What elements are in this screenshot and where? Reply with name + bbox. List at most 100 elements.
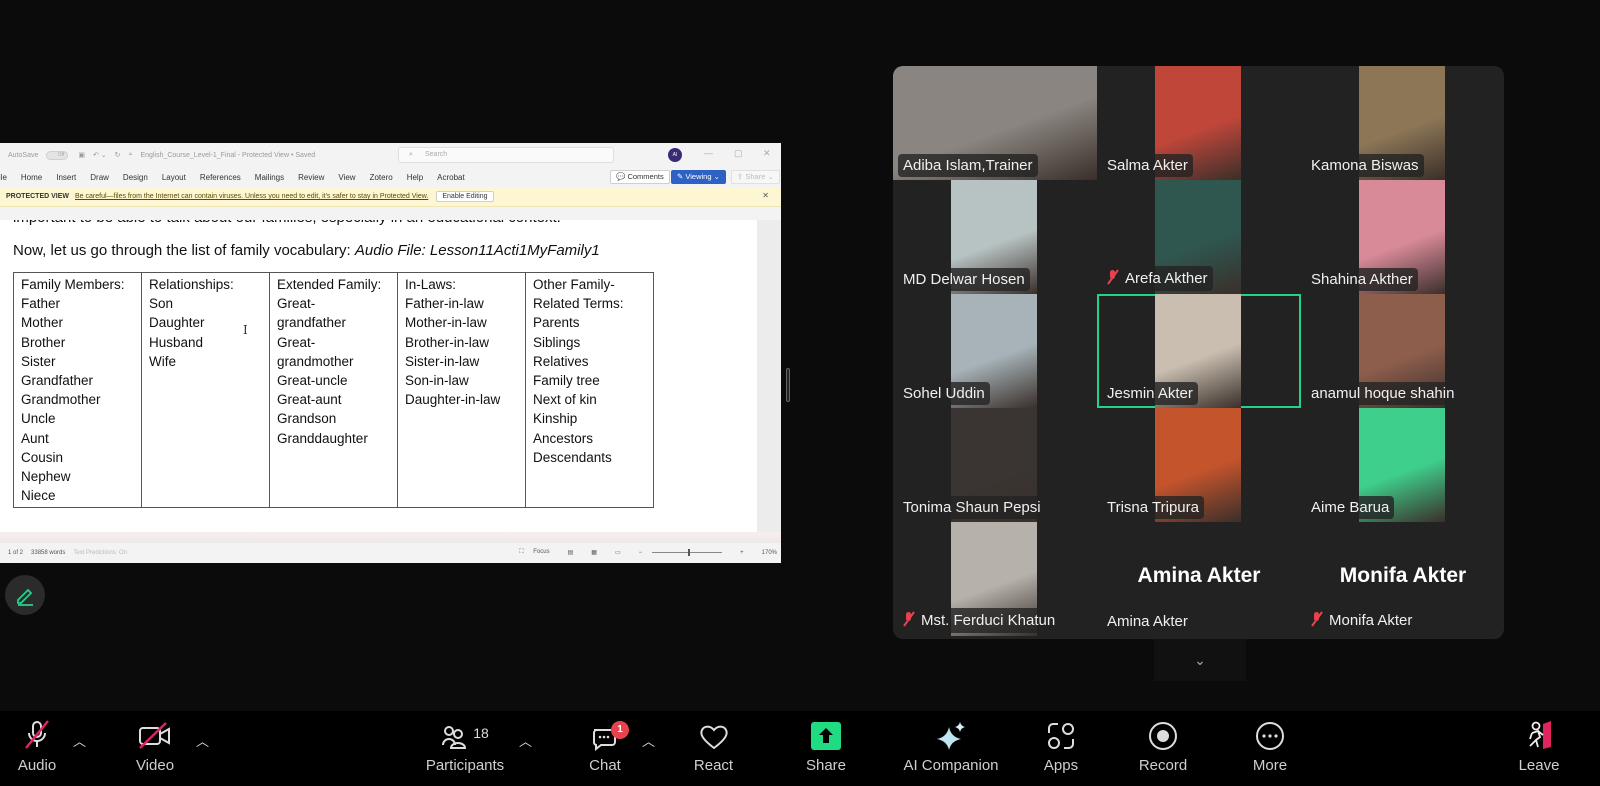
share-button[interactable]: Share (805, 711, 847, 786)
document-page[interactable]: important to be able to talk about our f… (0, 220, 757, 532)
participant-tile[interactable]: Adiba Islam,Trainer (893, 66, 1097, 180)
vocab-word: Aunt (21, 430, 49, 446)
participant-tile[interactable]: Kamona Biswas (1301, 66, 1504, 180)
vocab-word: Great-aunt (277, 392, 342, 408)
ribbon-tab-acrobat[interactable]: Acrobat (437, 173, 465, 182)
participant-tile[interactable]: Monifa Akter Monifa Akter (1301, 522, 1504, 636)
ai-companion-button[interactable]: AI Companion (896, 711, 1006, 786)
audio-button[interactable]: Audio (12, 711, 62, 786)
participant-tile[interactable]: Tonima Shaun Pepsi (893, 408, 1097, 522)
participant-tile[interactable]: Amina Akter Amina Akter (1097, 522, 1301, 636)
ribbon-tab-review[interactable]: Review (298, 173, 324, 182)
react-button[interactable]: React (691, 711, 736, 786)
read-mode-icon[interactable]: ▤ (568, 549, 574, 556)
vocab-word: grandmother (277, 353, 354, 369)
zoom-in-icon[interactable]: + (740, 550, 744, 556)
undo-icon[interactable]: ↶ ⌄ (93, 151, 107, 159)
ribbon-tab-zotero[interactable]: Zotero (370, 173, 393, 182)
print-layout-icon[interactable]: ▦ (591, 549, 597, 556)
record-button[interactable]: Record (1138, 711, 1188, 786)
restore-icon[interactable]: ▢ (734, 148, 743, 159)
close-icon[interactable]: ✕ (762, 191, 769, 200)
more-button[interactable]: More (1248, 711, 1292, 786)
viewing-mode-button[interactable]: ✎ Viewing ⌄ (671, 170, 726, 184)
vocab-word: Wife (149, 353, 176, 369)
ai-sparkle-icon (937, 722, 965, 750)
zoom-slider[interactable] (652, 549, 723, 556)
word-search-box[interactable]: ⌕ Search (398, 147, 614, 163)
vocab-word: Siblings (533, 334, 581, 350)
ribbon-tab-help[interactable]: Help (407, 173, 423, 182)
vocab-word: Daughter-in-law (405, 392, 501, 408)
word-count[interactable]: 33858 words (31, 550, 65, 556)
participant-tile[interactable]: MD Delwar Hosen (893, 180, 1097, 294)
save-icon[interactable]: ▣ (78, 151, 85, 159)
doc-paragraph: Now, let us go through the list of famil… (13, 242, 600, 259)
participant-name-tag: Sohel Uddin (898, 382, 990, 405)
document-title[interactable]: English_Course_Level-1_Final - Protected… (141, 152, 316, 159)
ribbon-tab-file[interactable]: File (0, 173, 7, 182)
participants-options-caret-icon[interactable]: ︿ (519, 731, 532, 750)
participant-tile[interactable]: Shahina Akther (1301, 180, 1504, 294)
text-predictions[interactable]: Text Predictions: On (73, 550, 127, 556)
web-layout-icon[interactable]: ▭ (615, 549, 621, 556)
vocab-word: Brother (21, 334, 66, 350)
participant-tile[interactable]: Trisna Tripura (1097, 408, 1301, 522)
vocab-word: Niece (21, 488, 56, 504)
annotate-button[interactable] (5, 575, 45, 615)
vocabulary-table: Family Members: Father Mother Brother Sister… (13, 271, 654, 509)
vocab-word: Sister (21, 353, 56, 369)
autosave-toggle[interactable]: Off (46, 150, 69, 160)
text-cursor-icon: I (243, 323, 248, 337)
participant-tile[interactable]: Mst. Ferduci Khatun (893, 522, 1097, 636)
participant-name: Amina Akter (1107, 613, 1188, 630)
autosave-label: AutoSave (8, 151, 39, 159)
vocab-word: Descendants (533, 449, 612, 465)
zoom-level[interactable]: 170% (762, 550, 777, 556)
comments-button[interactable]: 💬 Comments (610, 170, 670, 184)
user-avatar[interactable]: AI (668, 148, 682, 162)
ribbon-tab-mailings[interactable]: Mailings (255, 173, 284, 182)
participants-button[interactable]: 18 Participants (420, 711, 510, 786)
participant-tile[interactable]: Salma Akter (1097, 66, 1301, 180)
chat-options-caret-icon[interactable]: ︿ (642, 731, 655, 750)
redo-icon[interactable]: ↻ (115, 151, 121, 159)
page-count[interactable]: 1 of 2 (8, 550, 23, 556)
participant-tile[interactable]: Aime Barua (1301, 408, 1504, 522)
participant-tile[interactable]: Sohel Uddin (893, 294, 1097, 408)
video-label: Video (135, 757, 175, 774)
vocab-word: Ancestors (533, 430, 594, 446)
customize-qat-icon[interactable]: ⩡ (129, 151, 133, 159)
ribbon-tab-layout[interactable]: Layout (162, 173, 186, 182)
ribbon-tab-design[interactable]: Design (123, 173, 148, 182)
audio-file-reference: Audio File: Lesson11Acti1MyFamily1 (354, 242, 600, 259)
audio-options-caret-icon[interactable]: ︿ (73, 731, 86, 750)
apps-button[interactable]: Apps (1040, 711, 1082, 786)
gallery-expand-button[interactable]: ⌄ (1154, 639, 1246, 681)
zoom-out-icon[interactable]: − (639, 550, 643, 556)
protected-view-message[interactable]: Be careful—files from the Internet can c… (75, 193, 428, 200)
participant-tile[interactable]: Jesmin Akter (1097, 294, 1301, 408)
doc-paragraph: important to be able to talk about our f… (13, 220, 561, 226)
video-options-caret-icon[interactable]: ︿ (196, 731, 209, 750)
participant-name-tag: MD Delwar Hosen (898, 268, 1030, 291)
focus-button[interactable]: ⛶ Focus (511, 549, 549, 556)
video-button[interactable]: Video (130, 711, 180, 786)
minimize-icon[interactable]: — (704, 148, 713, 158)
split-divider-handle[interactable] (786, 368, 790, 402)
enable-editing-button[interactable]: Enable Editing (436, 191, 494, 202)
participant-count: 18 (473, 725, 489, 741)
share-label: Share (745, 172, 766, 181)
ribbon-tab-insert[interactable]: Insert (56, 173, 76, 182)
leave-button[interactable]: Leave (1516, 711, 1562, 786)
participant-tile[interactable]: Arefa Akther (1097, 180, 1301, 294)
record-icon (1149, 722, 1177, 750)
ribbon-tab-references[interactable]: References (200, 173, 241, 182)
ribbon-tab-view[interactable]: View (338, 173, 355, 182)
participant-tile[interactable]: anamul hoque shahin (1301, 294, 1504, 408)
ribbon-tab-home[interactable]: Home (21, 173, 42, 182)
close-icon[interactable]: ✕ (763, 148, 771, 159)
share-button[interactable]: ⇪ Share ⌄ (731, 170, 780, 184)
vertical-scrollbar[interactable] (757, 220, 781, 532)
ribbon-tab-draw[interactable]: Draw (90, 173, 109, 182)
